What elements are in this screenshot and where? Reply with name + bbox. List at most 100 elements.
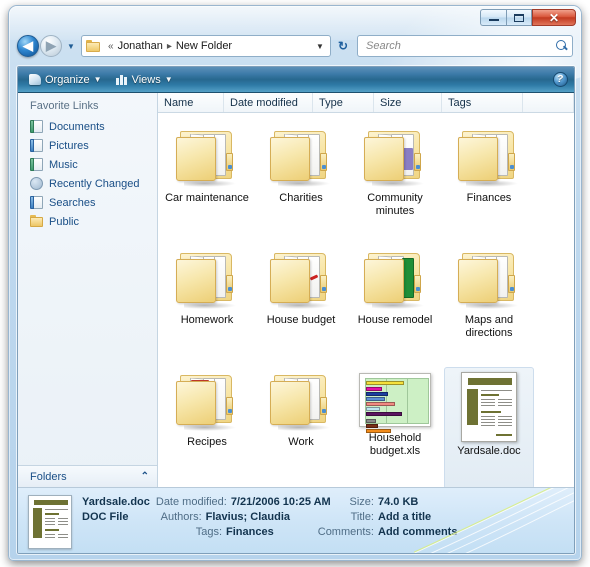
chevron-down-icon: ▼ [164, 75, 173, 84]
views-button[interactable]: Views ▼ [109, 70, 180, 90]
item-label: House budget [266, 314, 336, 326]
details-value-title[interactable]: Add a title [378, 510, 431, 525]
document-thumbnail-icon [461, 372, 517, 442]
details-label-date-modified: Date modified: [155, 496, 227, 508]
recent-pages-button[interactable]: ▼ [64, 42, 78, 51]
column-header-tags[interactable]: Tags [442, 93, 523, 112]
details-value-authors[interactable]: Flavius; Claudia [206, 510, 290, 525]
folder-icon [86, 40, 100, 52]
details-file-name-line: Yardsale.doc Date modified: 7/21/2006 10… [82, 495, 331, 510]
chevron-down-icon: ▼ [93, 75, 102, 84]
folder-icon [268, 127, 334, 189]
sidebar-item-searches[interactable]: Searches [24, 193, 157, 212]
breadcrumb-overflow-icon[interactable]: « [108, 41, 114, 52]
column-header-type[interactable]: Type [313, 93, 374, 112]
search-icon [556, 40, 568, 52]
list-item-selected[interactable]: Yardsale.doc [444, 367, 534, 487]
breadcrumb-item-jonathan[interactable]: Jonathan [118, 40, 163, 52]
list-item[interactable]: House remodel [350, 245, 440, 367]
documents-icon [30, 120, 43, 133]
help-icon: ? [552, 72, 568, 87]
spreadsheet-chart-icon [357, 371, 433, 433]
folder-icon [456, 127, 522, 189]
refresh-button[interactable]: ↻ [333, 35, 353, 57]
list-item[interactable]: Finances [444, 123, 534, 245]
details-column-right: Size: 74.0 KB Title: Add a title Comment… [290, 495, 564, 540]
details-column-left: Yardsale.doc Date modified: 7/21/2006 10… [82, 495, 331, 540]
list-item[interactable]: Car maintenance [162, 123, 252, 245]
details-fields: Yardsale.doc Date modified: 7/21/2006 10… [82, 495, 564, 540]
client-area: Organize ▼ Views ▼ ? Favorite Links Docu… [17, 66, 575, 554]
breadcrumb[interactable]: « Jonathan ▸ New Folder ▼ [81, 35, 331, 57]
forward-arrow-icon: ▶ [46, 38, 56, 53]
folder-icon [362, 127, 428, 189]
details-file-type-line: DOC File Authors: Flavius; Claudia [82, 510, 290, 525]
item-label: Recipes [187, 436, 227, 448]
details-size-line: Size: 74.0 KB [290, 495, 564, 510]
maximize-button[interactable] [506, 9, 532, 26]
sidebar-item-music[interactable]: Music [24, 155, 157, 174]
explorer-window: ✕ ◀ ▶ ▼ « Jonathan ▸ New Folder ▼ ↻ Sear… [8, 5, 582, 561]
minimize-button[interactable] [480, 9, 506, 26]
folder-icon [174, 249, 240, 311]
list-item[interactable]: Recipes [162, 367, 252, 487]
details-comments-line: Comments: Add comments [290, 525, 564, 540]
column-header-name[interactable]: Name [158, 93, 224, 112]
sidebar-item-public[interactable]: Public [24, 212, 157, 231]
forward-button[interactable]: ▶ [40, 35, 62, 57]
list-item[interactable]: House budget [256, 245, 346, 367]
folders-label: Folders [30, 470, 67, 483]
list-item[interactable]: Community minutes [350, 123, 440, 245]
sidebar-item-label: Documents [49, 120, 105, 133]
file-list[interactable]: Car maintenance Charities Community minu… [158, 113, 574, 487]
breadcrumb-item-new-folder[interactable]: New Folder [176, 40, 232, 52]
minimize-icon [488, 19, 499, 21]
sidebar-item-pictures[interactable]: Pictures [24, 136, 157, 155]
command-bar: Organize ▼ Views ▼ ? [18, 67, 574, 93]
list-item[interactable]: Homework [162, 245, 252, 367]
help-button[interactable]: ? [550, 70, 570, 90]
column-header-size[interactable]: Size [374, 93, 442, 112]
details-value-tags[interactable]: Finances [226, 525, 274, 540]
sidebar-item-label: Pictures [49, 139, 89, 152]
item-label: Yardsale.doc [457, 445, 521, 457]
details-label-authors: Authors: [160, 511, 202, 523]
column-header-date-modified[interactable]: Date modified [224, 93, 313, 112]
item-label: Car maintenance [165, 192, 249, 204]
sidebar-item-documents[interactable]: Documents [24, 117, 157, 136]
list-item[interactable]: Household budget.xls [350, 367, 440, 487]
navigation-pane: Favorite Links Documents Pictures Music … [18, 93, 158, 487]
search-input[interactable] [364, 39, 556, 53]
file-list-pane: Name Date modified Type Size Tags Car ma… [158, 93, 574, 487]
organize-button[interactable]: Organize ▼ [22, 70, 109, 90]
address-dropdown-icon[interactable]: ▼ [312, 42, 328, 51]
column-header-extra[interactable] [523, 93, 574, 112]
list-item[interactable]: Work [256, 367, 346, 487]
chevron-down-icon: ▼ [67, 41, 75, 51]
views-icon [115, 74, 128, 85]
details-value-comments[interactable]: Add comments [378, 525, 457, 540]
views-label: Views [131, 73, 161, 86]
search-box[interactable] [357, 35, 573, 57]
sidebar-item-label: Recently Changed [49, 177, 140, 190]
list-item[interactable]: Maps and directions [444, 245, 534, 367]
close-icon: ✕ [548, 10, 560, 25]
favorite-links-list: Documents Pictures Music Recently Change… [18, 117, 157, 465]
list-item[interactable]: Charities [256, 123, 346, 245]
music-icon [30, 158, 43, 171]
breadcrumb-chevron-icon[interactable]: ▸ [167, 41, 172, 52]
organize-label: Organize [45, 73, 90, 86]
folders-expander[interactable]: Folders ⌃ [18, 465, 157, 487]
back-button[interactable]: ◀ [17, 35, 39, 57]
details-value-size: 74.0 KB [378, 496, 419, 508]
sidebar-item-label: Music [49, 158, 78, 171]
close-button[interactable]: ✕ [532, 9, 576, 26]
item-label: Community minutes [367, 192, 423, 217]
chevron-up-icon: ⌃ [140, 471, 149, 482]
folder-icon [362, 249, 428, 311]
folder-icon [174, 127, 240, 189]
details-label-tags: Tags: [195, 526, 222, 538]
item-label: Charities [279, 192, 323, 204]
sidebar-item-recently-changed[interactable]: Recently Changed [24, 174, 157, 193]
window-body: Favorite Links Documents Pictures Music … [18, 93, 574, 487]
